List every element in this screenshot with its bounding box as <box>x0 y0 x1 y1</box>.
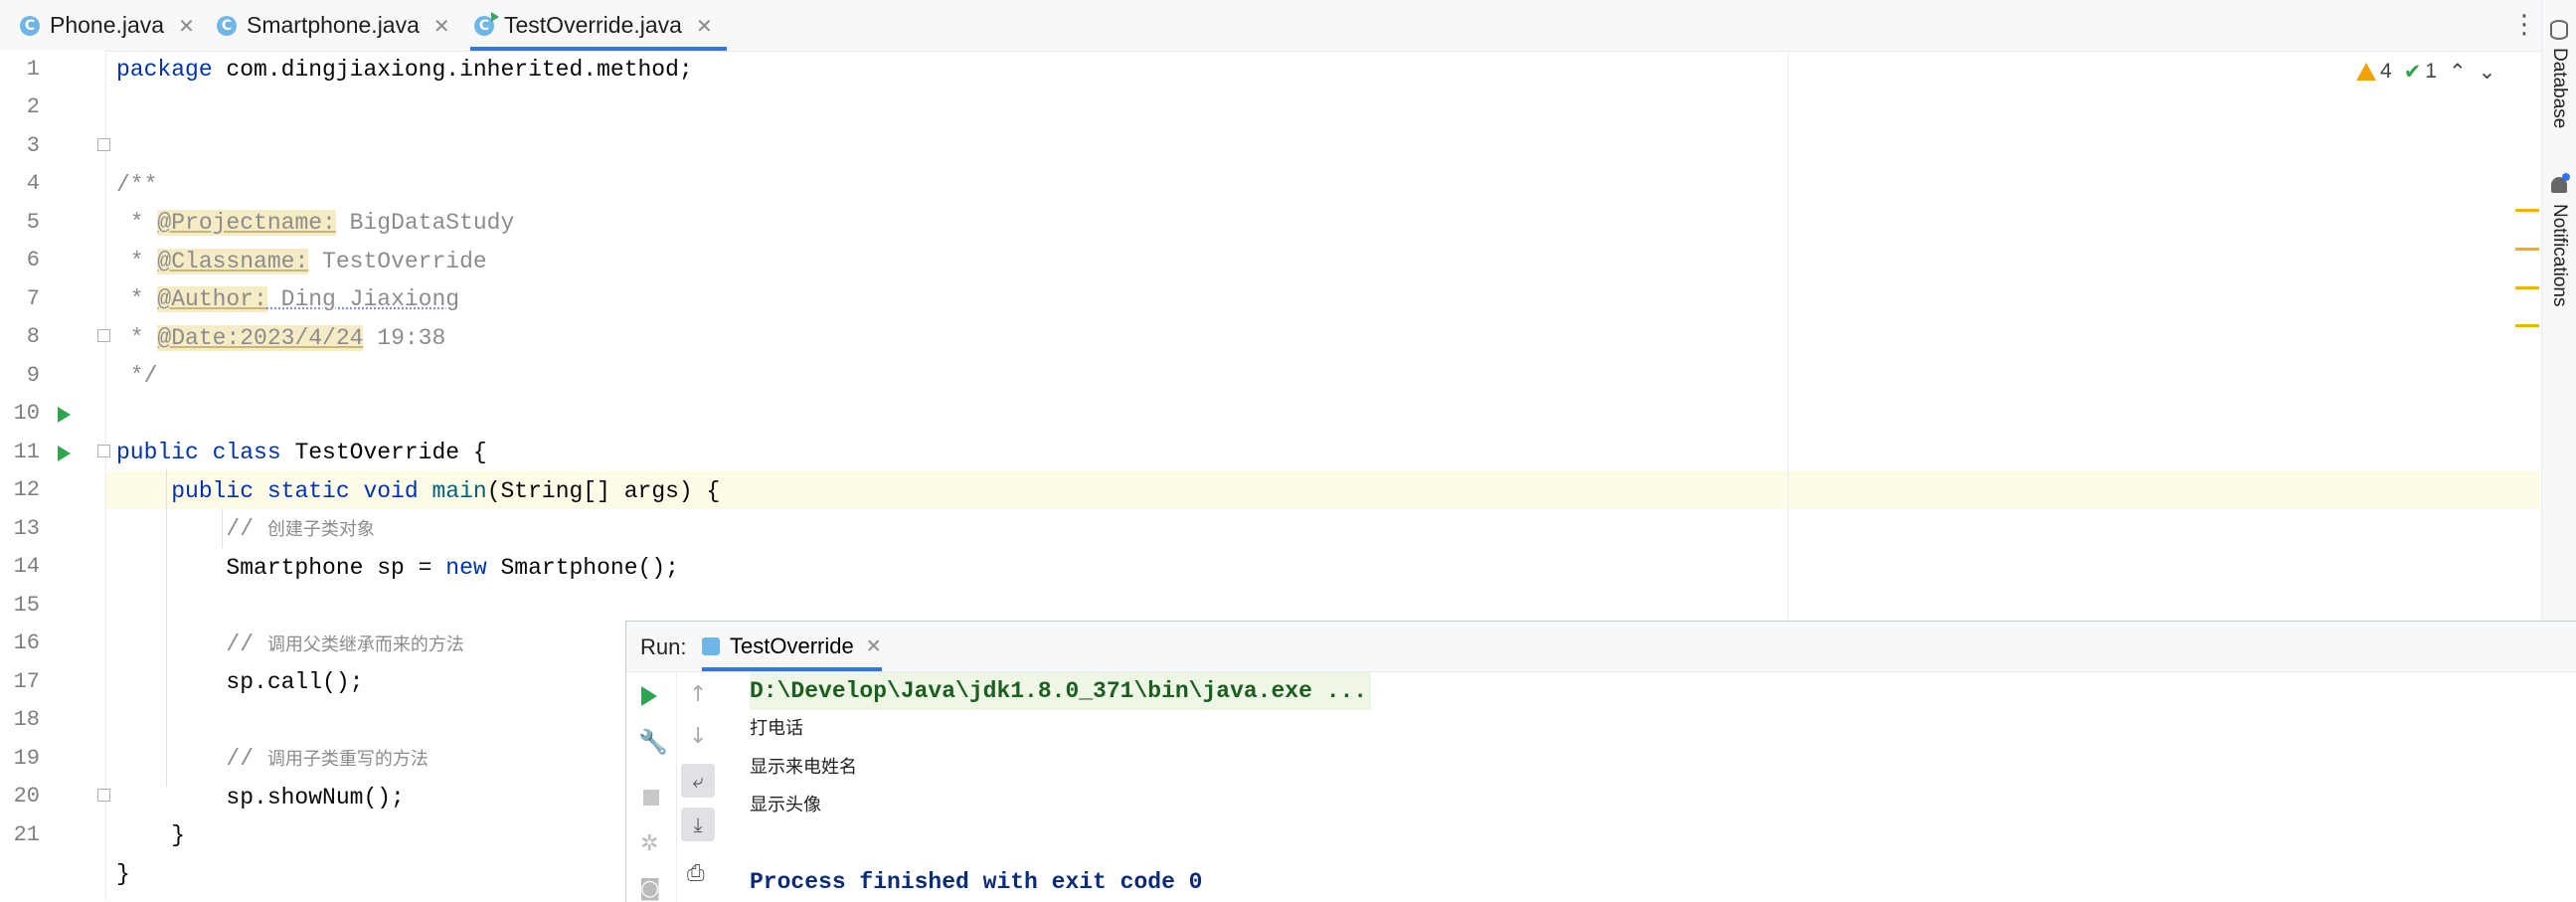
line-number: 11 <box>13 440 40 464</box>
line-number: 19 <box>13 746 40 771</box>
code-line-12: // 创建子类对象 <box>226 516 375 542</box>
run-tab-label: TestOverride <box>730 633 854 658</box>
more-icon[interactable]: ⋮ <box>2511 10 2537 40</box>
editor-gutter[interactable]: 1 2 3 4 5 6 7 8 9 10 11 12 13 14 15 16 1… <box>0 51 151 901</box>
run-config-tab[interactable]: TestOverride ✕ <box>702 622 882 671</box>
print-icon[interactable]: ⎙ <box>687 861 705 886</box>
soft-wrap-icon[interactable]: ⤶ <box>681 764 715 798</box>
class-file-icon: C <box>217 15 237 36</box>
line-number: 18 <box>13 707 40 732</box>
close-icon[interactable]: ✕ <box>866 635 882 657</box>
editor-tab-bar: C Phone.java ✕ C Smartphone.java ✕ C Tes… <box>0 0 2541 52</box>
close-icon[interactable]: ✕ <box>433 14 450 38</box>
check-icon: ✔ <box>2403 60 2422 84</box>
run-tool-window: Run: TestOverride ✕ 🔧 ✲ ◙ ↑ ↓ ⤶ ⤓ ⎙ D:\D… <box>625 621 2576 902</box>
tab-phone-java[interactable]: C Phone.java ✕ <box>20 0 195 51</box>
run-header: Run: TestOverride ✕ <box>626 622 2576 672</box>
code-line-7: * @Date:2023/4/24 19:38 <box>116 325 446 351</box>
console-line: 显示来电姓名 <box>750 757 857 778</box>
code-line-15: // 调用父类继承而来的方法 <box>226 631 464 657</box>
run-label: Run: <box>640 634 687 659</box>
line-number: 21 <box>13 822 40 847</box>
run-config-icon <box>702 637 720 655</box>
warning-scroll-marker[interactable] <box>2515 209 2539 212</box>
line-number: 12 <box>13 477 40 502</box>
line-number: 20 <box>13 784 40 809</box>
run-toolbar-secondary: ↑ ↓ ⤶ ⤓ ⎙ <box>677 672 721 902</box>
inspections-widget[interactable]: 4 ✔ 1 ⌃ ⌄ <box>2356 60 2495 84</box>
line-number: 15 <box>13 593 40 618</box>
line-number: 6 <box>26 248 40 272</box>
up-arrow-icon[interactable]: ⌃ <box>2449 60 2467 84</box>
code-line-20: } <box>116 822 186 848</box>
console-exit-line: Process finished with exit code 0 <box>750 869 1203 895</box>
code-line-18: // 调用子类重写的方法 <box>226 746 429 772</box>
ok-indicator[interactable]: ✔ 1 <box>2404 60 2437 84</box>
console-command-line: D:\Develop\Java\jdk1.8.0_371\bin\java.ex… <box>750 672 1372 710</box>
notifications-tool-button[interactable]: Notifications <box>2548 204 2570 307</box>
chevron-down-icon[interactable]: ⌄ <box>2479 60 2496 84</box>
up-arrow-icon[interactable]: ↑ <box>689 682 707 707</box>
database-icon <box>2550 20 2568 40</box>
code-line-21: } <box>116 861 130 887</box>
line-number: 16 <box>13 631 40 655</box>
code-line-19: sp.showNum(); <box>116 785 405 811</box>
code-line-5: * @Classname: TestOverride <box>116 249 487 274</box>
line-number: 9 <box>26 363 40 388</box>
line-number: 13 <box>13 516 40 541</box>
scroll-end-icon[interactable]: ⤓ <box>681 808 715 841</box>
line-number: 2 <box>26 94 40 119</box>
tab-label: Phone.java <box>50 12 165 38</box>
tab-label: Smartphone.java <box>247 12 420 38</box>
code-line-6: * @Author: Ding Jiaxiong <box>116 286 460 312</box>
code-line-8: */ <box>116 363 158 389</box>
bug-icon[interactable]: ✲ <box>640 831 658 856</box>
close-icon[interactable]: ✕ <box>178 14 195 38</box>
right-margin-guide <box>1788 51 1789 628</box>
warning-scroll-marker[interactable] <box>2515 286 2539 289</box>
code-line-11: public static void main(String[] args) { <box>171 478 721 504</box>
line-number: 3 <box>26 133 40 158</box>
line-number: 5 <box>26 210 40 235</box>
stop-icon[interactable] <box>643 790 659 806</box>
code-line-16: sp.call(); <box>116 669 364 695</box>
close-icon[interactable]: ✕ <box>696 14 713 38</box>
notification-dot <box>2562 173 2570 181</box>
run-gutter-icon[interactable] <box>58 407 71 423</box>
wrench-icon[interactable]: 🔧 <box>638 728 668 756</box>
line-number: 14 <box>13 554 40 579</box>
console-line: 打电话 <box>750 718 803 739</box>
rerun-icon[interactable] <box>641 686 657 706</box>
class-file-icon: C <box>20 15 40 36</box>
line-number: 1 <box>26 57 40 82</box>
warning-scroll-marker[interactable] <box>2515 324 2539 327</box>
runnable-class-file-icon: C <box>474 11 499 36</box>
database-tool-button[interactable]: Database <box>2548 48 2570 128</box>
code-line-10: public class TestOverride { <box>116 440 487 465</box>
line-number: 8 <box>26 324 40 349</box>
run-toolbar-primary: 🔧 ✲ ◙ <box>626 672 677 902</box>
warning-icon <box>2356 63 2376 81</box>
tab-smartphone-java[interactable]: C Smartphone.java ✕ <box>217 0 450 51</box>
line-number: 7 <box>26 286 40 311</box>
code-line-1: package com.dingjiaxiong.inherited.metho… <box>116 57 693 83</box>
code-line-13: Smartphone sp = new Smartphone(); <box>116 555 679 581</box>
line-number: 10 <box>13 401 40 426</box>
line-number: 4 <box>26 171 40 196</box>
warnings-indicator[interactable]: 4 <box>2356 60 2392 84</box>
camera-icon[interactable]: ◙ <box>639 876 660 901</box>
line-number: 17 <box>13 669 40 694</box>
code-line-4: * @Projectname: BigDataStudy <box>116 210 515 236</box>
tab-testoverride-java[interactable]: C TestOverride.java ✕ <box>470 0 727 51</box>
run-gutter-icon[interactable] <box>58 446 71 461</box>
down-arrow-icon[interactable]: ↓ <box>689 724 707 749</box>
tab-label: TestOverride.java <box>504 12 682 38</box>
warning-scroll-marker[interactable] <box>2515 248 2539 251</box>
console-line: 显示头像 <box>750 795 821 815</box>
code-line-3: /** <box>116 172 158 198</box>
